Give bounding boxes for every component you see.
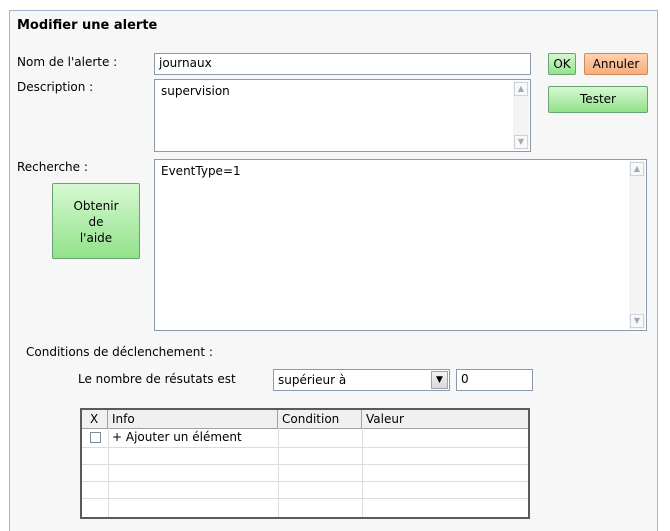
alert-name-value: journaux xyxy=(159,56,212,70)
dialog-title: Modifier une alerte xyxy=(17,18,158,33)
table-row[interactable]: + Ajouter un élément xyxy=(82,429,528,447)
name-label: Nom de l'alerte : xyxy=(17,55,118,69)
cancel-button[interactable]: Annuler xyxy=(584,53,648,75)
scroll-down-icon[interactable]: ▼ xyxy=(630,314,644,328)
row-divider xyxy=(82,498,528,499)
description-scrollbar[interactable]: ▲ ▼ xyxy=(513,81,529,150)
column-value[interactable]: Valeur xyxy=(362,410,528,428)
column-info[interactable]: Info xyxy=(108,410,278,428)
row-divider xyxy=(82,464,528,465)
count-label: Le nombre de résutats est xyxy=(78,372,236,386)
test-button[interactable]: Tester xyxy=(548,86,648,113)
chevron-down-icon[interactable]: ▼ xyxy=(431,371,448,389)
search-label: Recherche : xyxy=(17,160,88,174)
description-label: Description : xyxy=(17,80,94,94)
description-textarea[interactable]: supervision ▲ ▼ xyxy=(154,79,531,152)
scroll-down-icon[interactable]: ▼ xyxy=(514,135,528,149)
row-divider xyxy=(82,481,528,482)
threshold-input[interactable]: 0 xyxy=(456,369,533,391)
conditions-label: Conditions de déclenchement : xyxy=(26,345,213,359)
search-value: EventType=1 xyxy=(161,164,241,178)
search-textarea[interactable]: EventType=1 ▲ ▼ xyxy=(154,159,647,331)
operator-value: supérieur à xyxy=(278,373,347,387)
scroll-up-icon[interactable]: ▲ xyxy=(630,162,644,176)
conditions-table: X Info Condition Valeur + Ajouter un élé… xyxy=(80,408,530,519)
search-scrollbar[interactable]: ▲ ▼ xyxy=(629,161,645,329)
table-header: X Info Condition Valeur xyxy=(82,410,528,429)
row-checkbox[interactable] xyxy=(90,432,101,443)
scroll-up-icon[interactable]: ▲ xyxy=(514,82,528,96)
operator-select[interactable]: supérieur à ▼ xyxy=(273,369,450,391)
description-value: supervision xyxy=(161,84,230,98)
row-divider xyxy=(82,447,528,448)
ok-button[interactable]: OK xyxy=(548,53,576,75)
column-x[interactable]: X xyxy=(82,410,108,428)
threshold-value: 0 xyxy=(461,372,469,386)
alert-name-input[interactable]: journaux xyxy=(154,53,531,75)
add-element-link[interactable]: + Ajouter un élément xyxy=(112,430,242,444)
column-condition[interactable]: Condition xyxy=(278,410,362,428)
help-button[interactable]: Obtenir de l'aide xyxy=(52,183,140,259)
